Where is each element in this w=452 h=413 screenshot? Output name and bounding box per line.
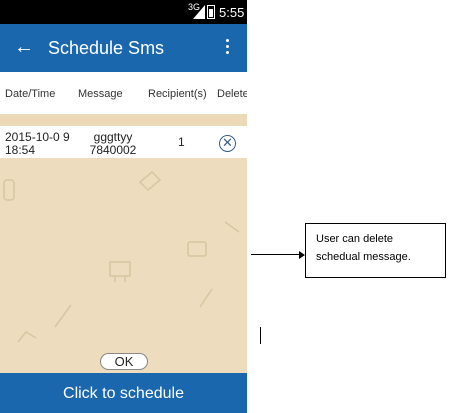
- main-content: Date/Time Message Recipient(s) Delete 20…: [0, 72, 247, 373]
- schedule-button[interactable]: Click to schedule: [0, 373, 247, 413]
- table-row[interactable]: 2015-10-0 9 18:54 gggttyy 7840002 1 ✕: [0, 126, 247, 158]
- overflow-menu-icon[interactable]: [220, 36, 234, 60]
- header-message: Message: [78, 88, 123, 100]
- row-datetime: 2015-10-0 9 18:54: [5, 130, 70, 157]
- signal-icon: [193, 5, 205, 19]
- row-recipients: 1: [178, 135, 185, 149]
- status-bar: 3G 5:55: [0, 0, 247, 24]
- header-datetime: Date/Time: [5, 88, 56, 100]
- phone-screen: 3G 5:55 ← Schedule Sms Date/Time Message…: [0, 0, 247, 413]
- row-separator: [0, 114, 247, 126]
- ok-button[interactable]: OK: [100, 353, 148, 370]
- table-header: Date/Time Message Recipient(s) Delete: [0, 72, 247, 114]
- row-message: gggttyy 7840002: [89, 130, 137, 157]
- header-delete: Delete: [217, 88, 247, 100]
- page-title: Schedule Sms: [48, 38, 165, 58]
- app-bar: ← Schedule Sms: [0, 24, 247, 72]
- header-recipients: Recipient(s): [148, 88, 207, 100]
- battery-icon: [207, 5, 215, 19]
- back-arrow-icon[interactable]: ←: [14, 36, 34, 58]
- annotation-callout: User can delete schedual message.: [305, 223, 446, 278]
- background-pattern: [3, 170, 240, 342]
- annotation-arrow: [251, 254, 302, 255]
- delete-icon[interactable]: ✕: [219, 135, 236, 152]
- text-cursor: [260, 327, 261, 344]
- status-time: 5:55: [219, 5, 245, 20]
